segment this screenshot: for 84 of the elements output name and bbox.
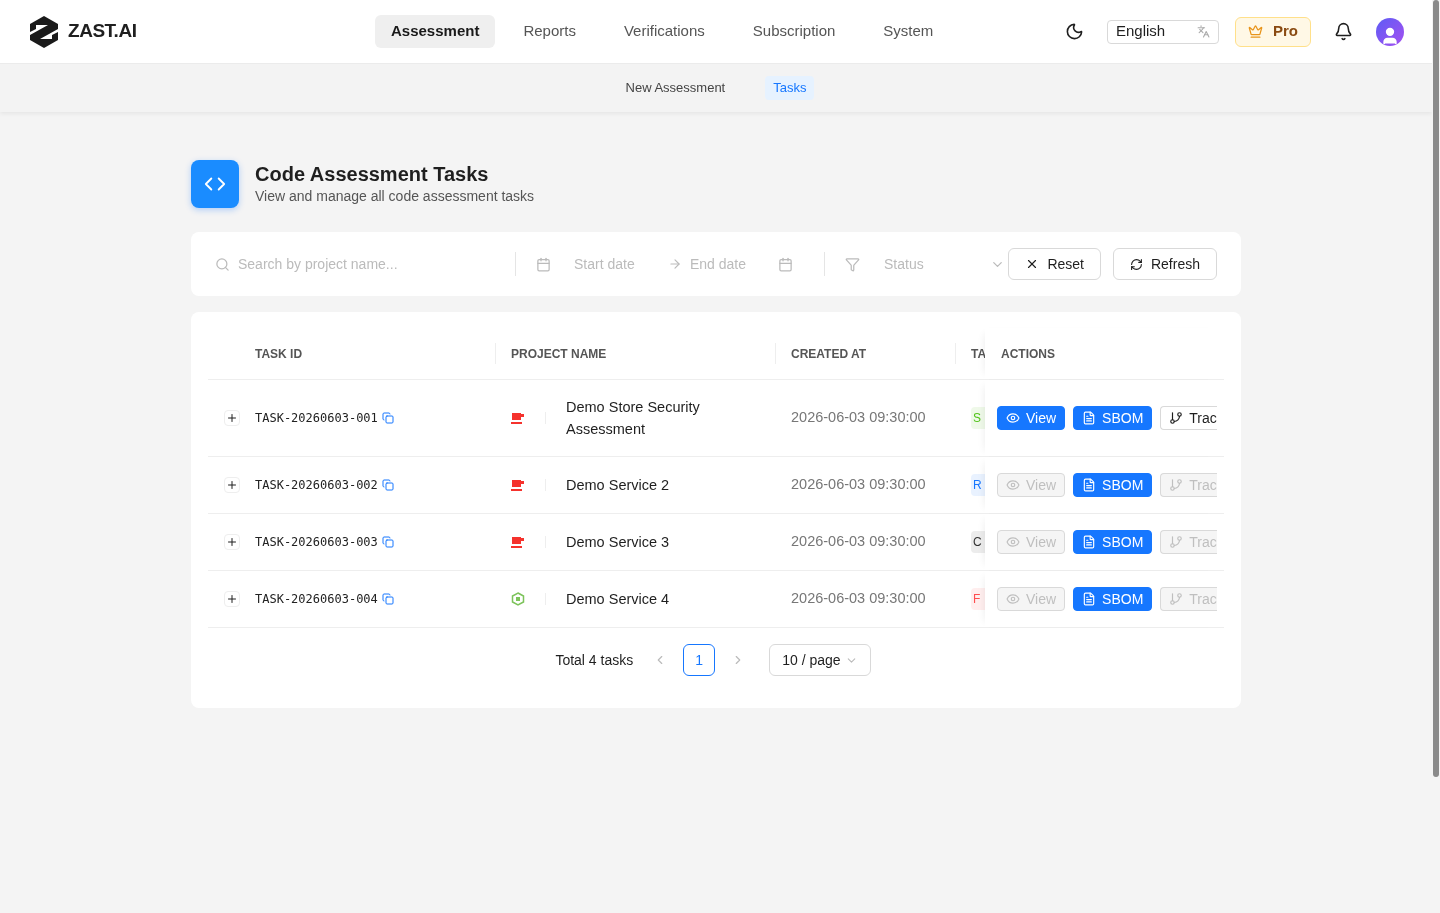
eye-icon: [1006, 535, 1020, 549]
task-id: TASK-20260603-004: [255, 591, 378, 608]
calendar-icon: [536, 256, 551, 272]
document-icon: [1082, 592, 1097, 606]
sub-nav-tab[interactable]: Tasks: [765, 76, 815, 100]
status-tag: S: [971, 407, 985, 429]
end-date-placeholder: End date: [690, 254, 748, 274]
created-at: 2026-06-03 09:30:00: [790, 408, 927, 428]
branch-icon: [1169, 592, 1184, 606]
filter-icon: [845, 256, 860, 272]
task-id: TASK-20260603-002: [255, 477, 378, 494]
status-tag: C: [971, 531, 985, 553]
avatar[interactable]: [1376, 17, 1404, 46]
status-tag: F: [971, 588, 985, 610]
column-header: ACTIONS: [1001, 345, 1055, 363]
branch-icon: [1169, 535, 1184, 549]
sbom-button[interactable]: SBOM: [1073, 530, 1153, 554]
column-header: TASK ID: [255, 345, 303, 363]
document-icon: [1082, 411, 1097, 425]
code-icon: [191, 160, 239, 208]
task-id: TASK-20260603-001: [255, 410, 378, 427]
sbom-button[interactable]: SBOM: [1073, 587, 1153, 611]
sub-nav-tab[interactable]: New Assessment: [617, 76, 734, 100]
nav-tab[interactable]: Verifications: [607, 15, 721, 48]
document-icon: [1082, 478, 1097, 492]
view-button[interactable]: View: [997, 406, 1066, 430]
page-title: Code Assessment Tasks: [255, 161, 490, 186]
expand-button[interactable]: [223, 534, 240, 550]
eye-icon: [1006, 478, 1020, 492]
calendar-icon: [778, 256, 793, 272]
created-at: 2026-06-03 09:30:00: [790, 589, 927, 609]
copy-icon[interactable]: [381, 536, 394, 548]
created-at: 2026-06-03 09:30:00: [790, 532, 927, 552]
nav-tab[interactable]: Reports: [507, 15, 592, 48]
expand-button[interactable]: [223, 591, 240, 607]
plus-icon: [225, 593, 238, 605]
translate-icon: [1197, 25, 1210, 38]
project-name: Demo Service 4: [566, 590, 671, 609]
sbom-button[interactable]: SBOM: [1073, 406, 1153, 430]
eye-icon: [1006, 592, 1020, 606]
column-header: CREATED AT: [791, 345, 867, 363]
plus-icon: [225, 536, 238, 548]
status-tag: R: [971, 474, 985, 496]
crown-icon: [1248, 24, 1263, 39]
expand-button[interactable]: [223, 410, 240, 426]
expand-button[interactable]: [223, 477, 240, 493]
column-header: PROJECT NAME: [511, 345, 607, 363]
language-select[interactable]: English: [1107, 19, 1219, 44]
branch-icon: [1169, 411, 1184, 425]
copy-icon[interactable]: [381, 412, 394, 424]
total-count: Total 4 tasks: [555, 650, 634, 670]
plus-icon: [225, 412, 238, 424]
nav-tab[interactable]: Assessment: [375, 15, 496, 48]
search-field[interactable]: Search by project name...: [215, 253, 515, 275]
copy-icon[interactable]: [381, 593, 394, 605]
search-icon: [215, 256, 230, 272]
column-header: TA: [971, 345, 985, 363]
page-size-select[interactable]: 10 / page: [769, 644, 871, 676]
sbom-button[interactable]: SBOM: [1073, 473, 1153, 497]
brand-name: ZAST.AI: [68, 19, 137, 44]
trace-button[interactable]: Trac: [1160, 406, 1217, 430]
created-at: 2026-06-03 09:30:00: [790, 475, 927, 495]
project-name: Demo Service 2: [566, 476, 671, 495]
eye-icon: [1006, 411, 1020, 425]
page-button[interactable]: 1: [683, 644, 716, 676]
notification-icon[interactable]: [1334, 22, 1353, 41]
dark-mode-icon[interactable]: [1065, 22, 1084, 41]
branch-icon: [1169, 478, 1184, 492]
reset-button[interactable]: Reset: [1008, 248, 1101, 280]
task-id: TASK-20260603-003: [255, 534, 378, 551]
refresh-button[interactable]: Refresh: [1112, 248, 1217, 280]
page-subtitle: View and manage all code assessment tasks: [255, 186, 535, 206]
arrow-icon: [668, 257, 682, 271]
nav-tab[interactable]: System: [867, 15, 950, 48]
project-name: Demo Service 3: [566, 533, 671, 552]
pro-badge[interactable]: Pro: [1235, 16, 1311, 47]
plus-icon: [225, 479, 238, 491]
project-name: Demo Store Security Assessment: [566, 398, 701, 439]
refresh-icon: [1129, 257, 1143, 271]
logo-icon: [28, 14, 60, 49]
document-icon: [1082, 535, 1097, 549]
nav-tab[interactable]: Subscription: [736, 15, 852, 48]
start-date-placeholder: Start date: [574, 254, 636, 274]
copy-icon[interactable]: [381, 479, 394, 491]
